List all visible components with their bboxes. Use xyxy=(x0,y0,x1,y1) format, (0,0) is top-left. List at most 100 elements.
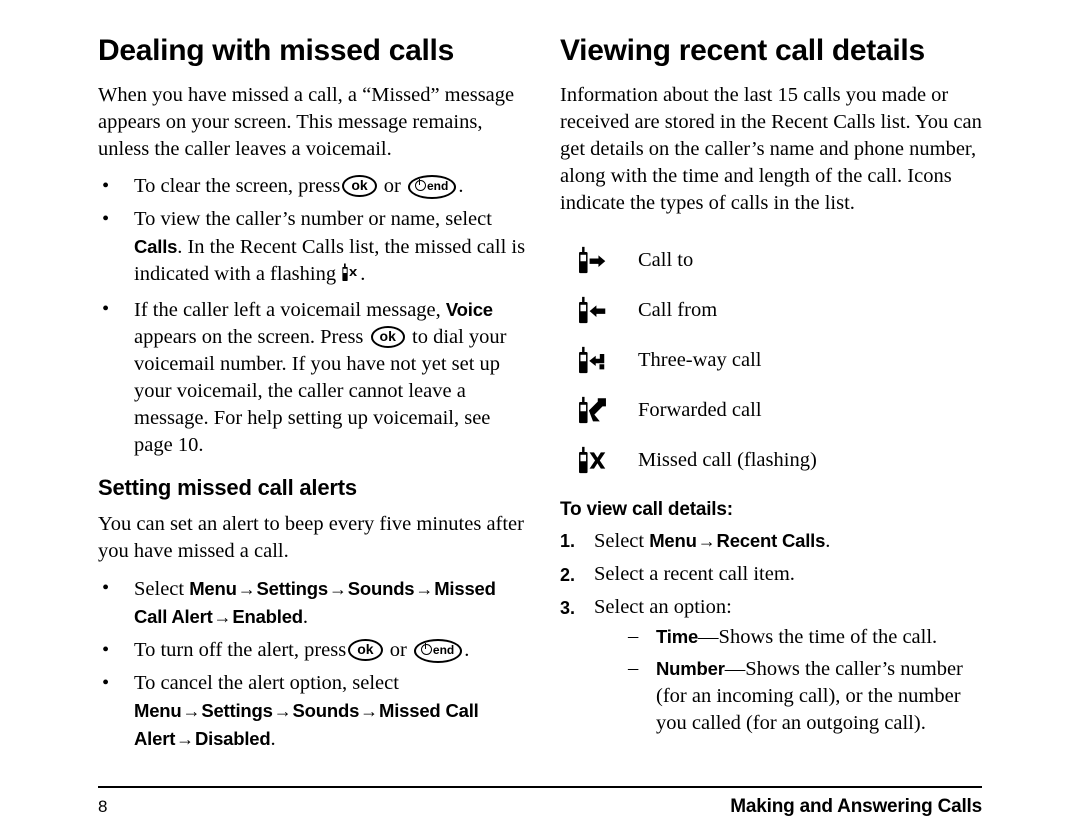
menu-path-menu: Menu xyxy=(134,700,182,721)
left-intro-paragraph: When you have missed a call, a “Missed” … xyxy=(98,84,515,160)
ok-key-button[interactable]: ok xyxy=(342,175,377,197)
view-call-details-steps: 1. Select Menu→Recent Calls. 2. Select a r… xyxy=(560,527,990,737)
bullet-text-before: To turn off the alert, press xyxy=(134,639,347,661)
phone-missed-icon xyxy=(342,263,359,290)
bullet-voicemail: • If the caller left a voicemail message,… xyxy=(98,296,528,459)
arrow-icon: → xyxy=(237,579,256,599)
bullet-text-part1: To view the caller’s number or name, sel… xyxy=(134,208,492,230)
calls-label-bold: Calls xyxy=(134,236,178,257)
phone-call-to-icon xyxy=(560,244,638,277)
step-number: 1. xyxy=(560,531,576,551)
phone-forwarded-icon xyxy=(560,394,638,427)
left-column: Dealing with missed calls When you have … xyxy=(98,34,528,759)
menu-path-enabled: Enabled xyxy=(232,606,303,627)
menu-path-disabled: Disabled xyxy=(194,728,271,749)
bullet-icon: • xyxy=(102,175,110,197)
arrow-icon: → xyxy=(328,579,347,599)
step-number: 3. xyxy=(560,598,576,618)
bullet-conjunction: or xyxy=(384,639,412,661)
ok-key-button[interactable]: ok xyxy=(370,326,405,348)
bullet-cancel-alert: • To cancel the alert option, select Menu… xyxy=(98,670,528,753)
step-2: 2. Select a recent call item. xyxy=(560,561,990,588)
procedure-title: To view call details: xyxy=(560,499,733,520)
step-3: 3. Select an option: – Time—Shows the time… xyxy=(560,594,990,737)
arrow-icon: → xyxy=(176,729,194,749)
option-description: —Shows the time of the call. xyxy=(698,626,938,648)
menu-path-menu: Menu xyxy=(649,530,697,551)
list-item: Call from xyxy=(560,285,990,335)
bullet-clear-screen: • To clear the screen, press ok or end. xyxy=(98,173,528,200)
manual-page: Dealing with missed calls When you have … xyxy=(0,0,1080,839)
end-key-button[interactable]: end xyxy=(407,175,457,199)
bullet-text-after: . xyxy=(464,639,470,661)
bullet-text-part1: If the caller left a voicemail message, xyxy=(134,299,446,321)
footer-section-title: Making and Answering Calls xyxy=(730,796,982,817)
arrow-icon: → xyxy=(360,701,378,721)
bullet-icon: • xyxy=(102,639,110,661)
alerts-intro-paragraph: You can set an alert to beep every five … xyxy=(98,513,524,562)
voice-label-bold: Voice xyxy=(445,299,493,320)
bullet-lead: Select xyxy=(134,578,190,600)
step-text: Select an option: xyxy=(594,596,732,618)
arrow-icon: → xyxy=(182,701,201,721)
menu-path-sounds: Sounds xyxy=(347,578,415,599)
menu-path-settings: Settings xyxy=(201,700,273,721)
bullet-text-before: To clear the screen, press xyxy=(134,175,341,197)
bullet-icon: • xyxy=(102,577,110,599)
icon-label: Three-way call xyxy=(638,349,762,371)
step-lead: Select xyxy=(594,530,650,552)
phone-missed-icon xyxy=(560,444,638,477)
option-label-time: Time xyxy=(656,626,699,647)
bullet-lead: To cancel the alert option, select xyxy=(134,672,399,694)
right-column: Viewing recent call details Information … xyxy=(560,34,990,743)
icon-label: Forwarded call xyxy=(638,399,762,421)
call-icon-legend: Call to Call from Three-way call Forward… xyxy=(560,235,990,485)
bullet-icon: • xyxy=(102,298,110,320)
call-detail-options: – Time—Shows the time of the call. – Numbe… xyxy=(594,623,990,737)
dash-icon: – xyxy=(628,625,639,647)
bullet-text-part2: . In the Recent Calls list, the missed c… xyxy=(134,236,526,285)
menu-path-settings: Settings xyxy=(256,578,329,599)
page-number: 8 xyxy=(98,797,108,816)
bullet-conjunction: or xyxy=(378,175,406,197)
bullet-enable-alert: • Select Menu→Settings→Sounds→Missed Call… xyxy=(98,575,528,631)
menu-path-recent-calls: Recent Calls xyxy=(716,530,826,551)
bullet-text-part2: appears on the screen. Press xyxy=(134,326,369,348)
phone-three-way-icon xyxy=(560,344,638,377)
step-text: Select a recent call item. xyxy=(594,563,795,585)
arrow-icon: → xyxy=(415,579,434,599)
menu-path-sounds: Sounds xyxy=(292,700,360,721)
step-1: 1. Select Menu→Recent Calls. xyxy=(560,527,990,555)
bullet-text-after: . xyxy=(458,175,464,197)
alert-settings-bullet-list: • Select Menu→Settings→Sounds→Missed Call… xyxy=(98,575,528,753)
option-time: – Time—Shows the time of the call. xyxy=(628,623,990,651)
step-trailing: . xyxy=(825,530,831,552)
footer-divider xyxy=(98,786,982,788)
option-number: – Number—Shows the caller’s number (for a… xyxy=(628,655,990,737)
power-icon xyxy=(414,178,426,191)
list-item: Missed call (flashing) xyxy=(560,435,990,485)
section-title-missed-call-alerts: Setting missed call alerts xyxy=(98,475,357,500)
bullet-view-caller: • To view the caller’s number or name, se… xyxy=(98,206,528,290)
ok-key-button[interactable]: ok xyxy=(348,639,383,661)
step-number: 2. xyxy=(560,565,576,585)
menu-path-menu: Menu xyxy=(189,578,237,599)
icon-label: Call from xyxy=(638,299,718,321)
power-icon xyxy=(420,642,432,655)
icon-label: Missed call (flashing) xyxy=(638,449,817,471)
arrow-icon: → xyxy=(213,607,232,627)
bullet-trailing: . xyxy=(270,728,276,750)
bullet-turn-off-alert: • To turn off the alert, press ok or end. xyxy=(98,637,528,664)
right-intro-paragraph: Information about the last 15 calls you … xyxy=(560,84,982,214)
bullet-text-part3: . xyxy=(360,263,366,285)
bullet-trailing: . xyxy=(302,606,309,628)
page-title-right: Viewing recent call details xyxy=(560,34,925,67)
list-item: Three-way call xyxy=(560,335,990,385)
dash-icon: – xyxy=(628,657,639,679)
option-label-number: Number xyxy=(656,658,725,679)
phone-call-from-icon xyxy=(560,294,638,327)
list-item: Forwarded call xyxy=(560,385,990,435)
bullet-icon: • xyxy=(102,208,110,230)
list-item: Call to xyxy=(560,235,990,285)
end-key-button[interactable]: end xyxy=(413,639,463,663)
